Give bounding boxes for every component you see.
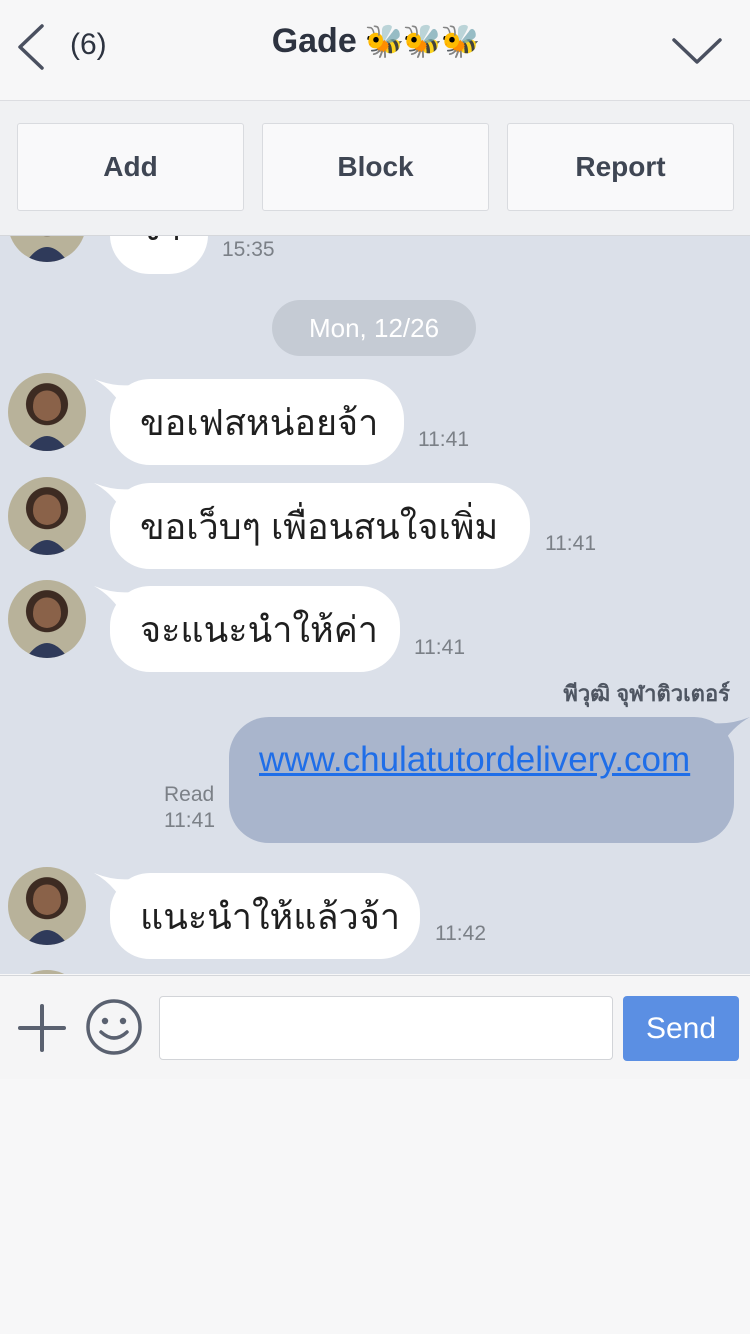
message-text: ขอเว็บๆ เพื่อนสนใจเพิ่ม	[140, 505, 499, 547]
chat-title-text: Gade	[271, 22, 357, 60]
message-time: 11:41	[414, 636, 465, 659]
chat-title: Gade 🐝🐝🐝	[0, 22, 750, 61]
message-time: 11:42	[435, 922, 486, 945]
message-text: จ้า	[140, 236, 181, 256]
message-time: 11:41	[164, 809, 215, 832]
sender-name: พีวุฒิ จุฬาติวเตอร์	[563, 681, 730, 706]
message-bubble[interactable]: จะแนะนำให้ค่า	[110, 586, 400, 672]
message-text: ขอเฟสหน่อยจ้า	[140, 401, 379, 443]
message-link[interactable]: www.chulatutordelivery.com	[259, 740, 690, 779]
message-input[interactable]	[159, 996, 613, 1060]
message-time: 15:35	[222, 238, 275, 261]
date-separator: Mon, 12/26	[272, 300, 476, 356]
chevron-down-icon[interactable]	[670, 30, 724, 70]
read-status: Read 11:41	[164, 782, 215, 834]
message-input-bar: Send	[0, 975, 750, 1079]
message-text: จะแนะนำให้ค่า	[140, 608, 379, 650]
avatar[interactable]	[8, 867, 86, 945]
message-bubble[interactable]: ขอเฟสหน่อยจ้า	[110, 379, 404, 465]
empty-bottom-area	[0, 1079, 750, 1334]
read-label: Read	[164, 783, 215, 806]
avatar[interactable]	[8, 477, 86, 555]
message-bubble[interactable]: จ้า	[110, 236, 208, 274]
block-button[interactable]: Block	[262, 123, 489, 211]
avatar[interactable]	[8, 373, 86, 451]
message-text: แนะนำให้แล้วจ้า	[140, 895, 401, 937]
send-button[interactable]: Send	[623, 996, 739, 1061]
message-bubble[interactable]: ขอเว็บๆ เพื่อนสนใจเพิ่ม	[110, 483, 530, 569]
title-emoji: 🐝🐝🐝	[364, 23, 481, 59]
message-time: 11:41	[418, 428, 469, 451]
plus-icon[interactable]	[16, 1002, 68, 1054]
chat-header: (6) Gade 🐝🐝🐝	[0, 0, 750, 101]
message-time: 11:41	[545, 532, 596, 555]
chat-messages[interactable]: จ้า 15:35 Mon, 12/26 ขอเฟสหน่อยจ้า 11:41…	[0, 236, 750, 974]
report-button[interactable]: Report	[507, 123, 734, 211]
avatar[interactable]	[8, 970, 86, 974]
add-button[interactable]: Add	[17, 123, 244, 211]
avatar[interactable]	[8, 236, 86, 262]
outgoing-message-bubble[interactable]: www.chulatutordelivery.com	[229, 717, 734, 843]
avatar[interactable]	[8, 580, 86, 658]
smile-icon[interactable]	[85, 998, 143, 1056]
action-bar: Add Block Report	[0, 101, 750, 236]
message-bubble[interactable]: แนะนำให้แล้วจ้า	[110, 873, 420, 959]
